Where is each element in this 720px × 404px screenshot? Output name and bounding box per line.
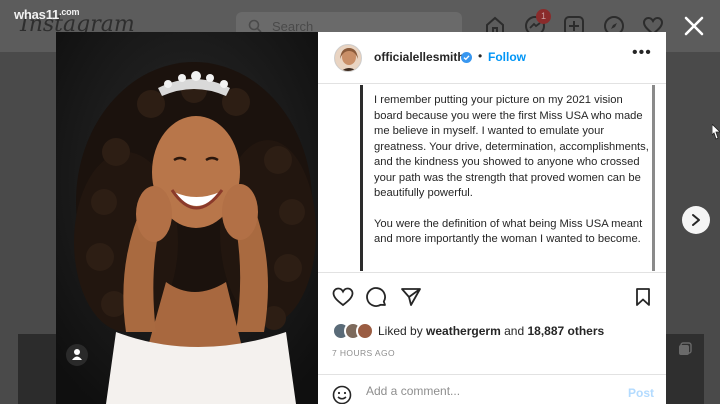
background-post-thumbnail (666, 334, 704, 404)
likes-count[interactable]: 18,887 others (527, 324, 604, 338)
mouse-cursor-icon (712, 124, 720, 140)
next-post-button[interactable] (682, 206, 710, 234)
close-button[interactable] (682, 14, 706, 38)
caption-paragraph: I remember putting your picture on my 20… (374, 94, 649, 199)
smiley-icon[interactable] (332, 385, 352, 404)
post-actions (318, 272, 666, 326)
post-caption: I remember putting your picture on my 20… (374, 93, 652, 263)
more-options-button[interactable]: ••• (632, 44, 652, 62)
avatar-image (335, 45, 361, 71)
heart-icon[interactable] (332, 287, 354, 307)
likes-row[interactable]: Liked by weathergerm and 18,887 others (332, 320, 652, 342)
avatar[interactable] (334, 44, 362, 72)
likes-summary: Liked by weathergerm and 18,887 others (378, 324, 605, 338)
liker-username[interactable]: weathergerm (426, 324, 501, 338)
close-icon (684, 16, 704, 36)
liker-avatars (332, 322, 378, 340)
bookmark-icon[interactable] (634, 287, 652, 307)
search-icon (248, 19, 262, 33)
comment-input[interactable] (366, 384, 616, 398)
tagged-users-button[interactable] (66, 344, 88, 366)
chevron-right-icon (692, 214, 700, 226)
post-timestamp[interactable]: 7 HOURS AGO (332, 348, 395, 358)
notification-badge: 1 (536, 9, 551, 24)
post-side-panel: officialellesmith • Follow ••• I remembe… (318, 32, 666, 404)
post-photo[interactable] (56, 32, 318, 404)
verified-badge-icon (461, 52, 472, 63)
comment-bar: Post (318, 374, 666, 404)
post-username[interactable]: officialellesmith (374, 50, 465, 64)
post-header: officialellesmith • Follow ••• (318, 32, 666, 84)
separator-dot: • (478, 49, 483, 63)
caption-paragraph: You were the definition of what being Mi… (374, 217, 643, 246)
post-modal: officialellesmith • Follow ••• I remembe… (56, 32, 666, 404)
avatar (356, 322, 374, 340)
comment-icon[interactable] (366, 287, 388, 309)
caption-scrollbar[interactable] (652, 85, 655, 271)
user-tag-icon (72, 349, 82, 360)
portrait-illustration (56, 32, 318, 404)
post-comment-button[interactable]: Post (628, 386, 654, 400)
news-watermark: whas11.com (14, 7, 80, 22)
background-post-thumbnail (18, 334, 58, 404)
follow-button[interactable]: Follow (488, 50, 526, 64)
caption-scrollbar-left (360, 85, 363, 271)
caption-scroll-area[interactable]: I remember putting your picture on my 20… (318, 85, 666, 271)
send-icon[interactable] (400, 287, 422, 307)
multiple-posts-icon (679, 342, 692, 355)
